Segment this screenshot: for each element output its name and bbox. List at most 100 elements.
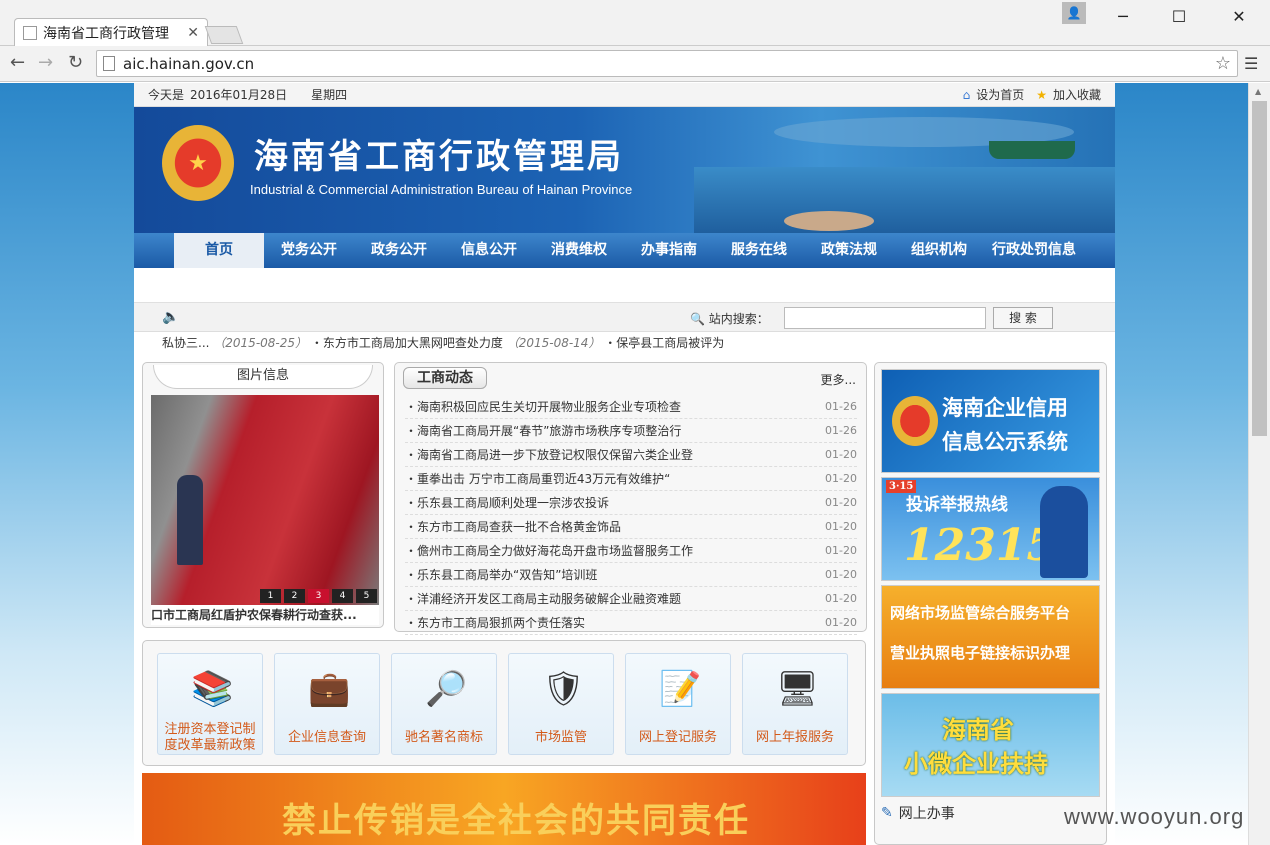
news-title[interactable]: ・东方市工商局查获一批不合格黄金饰品 (405, 515, 825, 538)
online-market-platform-banner[interactable]: 网络市场监管综合服务平台 营业执照电子链接标识办理 (881, 585, 1100, 689)
news-title[interactable]: ・重拳出击 万宁市工商局重罚近43万元有效维护“ (405, 467, 825, 490)
minimize-icon[interactable]: ─ (1108, 6, 1138, 28)
ticker-item[interactable]: 私协三... (162, 336, 209, 350)
menu-icon[interactable]: ☰ (1244, 54, 1258, 73)
nav-penalty-info[interactable]: 行政处罚信息 (984, 233, 1084, 268)
reload-icon[interactable]: ↻ (68, 52, 83, 73)
news-date: 01-26 (825, 400, 857, 413)
list-item[interactable]: ・乐东县工商局举办“双告知”培训班 01-20 (405, 563, 857, 587)
online-service-heading[interactable]: ✎ 网上办事 (881, 803, 955, 823)
banner-text: 小微企业扶持 (904, 749, 1048, 778)
news-title[interactable]: ・海南省工商局开展“春节”旅游市场秩序专项整治行 (405, 419, 825, 442)
credit-info-system-banner[interactable]: 海南企业信用 信息公示系统 (881, 369, 1100, 473)
news-date: 01-26 (825, 424, 857, 437)
nav-information[interactable]: 信息公开 (444, 233, 534, 268)
slide-dot-active[interactable]: 3 (308, 589, 329, 603)
service-label: 注册资本登记制 (164, 722, 256, 737)
nav-party-affairs[interactable]: 党务公开 (264, 233, 354, 268)
main-navigation: 首页 党务公开 政务公开 信息公开 消费维权 办事指南 服务在线 政策法规 组织… (134, 233, 1115, 268)
anti-pyramid-banner[interactable]: 禁止传销是全社会的共同责任 (142, 773, 866, 845)
url-text[interactable]: aic.hainan.gov.cn (123, 55, 1215, 73)
set-homepage-link[interactable]: 设为首页 (976, 86, 1024, 103)
address-bar[interactable]: aic.hainan.gov.cn ☆ (96, 50, 1238, 77)
scroll-up-icon[interactable]: ▲ (1255, 87, 1261, 96)
nav-guide[interactable]: 办事指南 (624, 233, 714, 268)
service-registration-reform[interactable]: 📚 注册资本登记制 度改革最新政策 (157, 653, 263, 755)
nav-policy[interactable]: 政策法规 (804, 233, 894, 268)
service-enterprise-query[interactable]: 💼 企业信息查询 (274, 653, 380, 755)
hotline-12315-banner[interactable]: 3·15 投诉举报热线 12315 (881, 477, 1100, 581)
news-title[interactable]: ・海南省工商局进一步下放登记权限仅保留六类企业登 (405, 443, 825, 466)
list-item[interactable]: ・儋州市工商局全力做好海花岛开盘市场监督服务工作 01-20 (405, 539, 857, 563)
monitor-icon: 🖥 (776, 669, 820, 709)
news-panel: 工商动态 更多... ・海南积极回应民生关切开展物业服务企业专项检查 01-26 … (394, 362, 867, 635)
list-item[interactable]: ・海南省工商局进一步下放登记权限仅保留六类企业登 01-20 (405, 443, 857, 467)
slide-dot[interactable]: 5 (356, 589, 377, 603)
list-item[interactable]: ・东方市工商局查获一批不合格黄金饰品 01-20 (405, 515, 857, 539)
bookmark-star-icon[interactable]: ☆ (1215, 53, 1231, 74)
vertical-scrollbar[interactable]: ▲ (1248, 83, 1270, 845)
search-label-text: 站内搜索： (708, 312, 769, 326)
news-title[interactable]: ・海南积极回应民生关切开展物业服务企业专项检查 (405, 395, 825, 418)
nav-home[interactable]: 首页 (174, 233, 264, 268)
site-search-input[interactable] (784, 307, 986, 329)
news-title[interactable]: ・东方市工商局狠抓两个责任落实 (405, 611, 825, 634)
news-title[interactable]: ・乐东县工商局顺利处理一宗涉农投诉 (405, 491, 825, 514)
service-trademark[interactable]: 🔎 驰名著名商标 (391, 653, 497, 755)
browser-tab[interactable]: 海南省工商行政管理 ✕ (14, 18, 208, 46)
forward-arrow-icon[interactable]: → (38, 52, 53, 73)
list-item[interactable]: ・海南积极回应民生关切开展物业服务企业专项检查 01-26 (405, 395, 857, 419)
ticker-item[interactable]: ・保亭县工商局被评为 (604, 336, 724, 350)
nav-organization[interactable]: 组织机构 (894, 233, 984, 268)
service-annual-report[interactable]: 🖥 网上年报服务 (742, 653, 848, 755)
news-date: 01-20 (825, 616, 857, 629)
nav-consumer-rights[interactable]: 消费维权 (534, 233, 624, 268)
add-favorite-link[interactable]: 加入收藏 (1053, 86, 1101, 103)
close-window-icon[interactable]: ✕ (1224, 6, 1254, 28)
news-panel-title: 工商动态 (403, 367, 487, 389)
small-business-support-banner[interactable]: 海南省 小微企业扶持 (881, 693, 1100, 797)
news-date: 01-20 (825, 448, 857, 461)
news-title[interactable]: ・洋浦经济开发区工商局主动服务破解企业融资难题 (405, 587, 825, 610)
browser-toolbar: ← → ↻ aic.hainan.gov.cn ☆ ☰ (0, 46, 1270, 82)
list-item[interactable]: ・海南省工商局开展“春节”旅游市场秩序专项整治行 01-26 (405, 419, 857, 443)
user-profile-icon[interactable]: 👤 (1062, 2, 1086, 24)
list-item[interactable]: ・乐东县工商局顺利处理一宗涉农投诉 01-20 (405, 491, 857, 515)
star-icon: ★ (1036, 87, 1047, 102)
news-date: 01-20 (825, 472, 857, 485)
emblem-icon (892, 396, 938, 446)
page-viewport: 今天是 2016年01月28日 星期四 ⌂ 设为首页 ★ 加入收藏 ★ 海南省工… (0, 83, 1248, 845)
ticker-item[interactable]: ・东方市工商局加大黑网吧查处力度 (311, 336, 503, 350)
service-label: 度改革最新政策 (164, 738, 256, 753)
nav-government-affairs[interactable]: 政务公开 (354, 233, 444, 268)
new-tab-button[interactable] (204, 26, 244, 44)
scrollbar-thumb[interactable] (1252, 101, 1267, 436)
list-item[interactable]: ・洋浦经济开发区工商局主动服务破解企业融资难题 01-20 (405, 587, 857, 611)
site-page: 今天是 2016年01月28日 星期四 ⌂ 设为首页 ★ 加入收藏 ★ 海南省工… (134, 83, 1115, 845)
nav-online-service[interactable]: 服务在线 (714, 233, 804, 268)
banner-text: 营业执照电子链接标识办理 (890, 644, 1071, 662)
slide-dot[interactable]: 1 (260, 589, 281, 603)
photo-caption[interactable]: 口市工商局红盾护农保春耕行动查获... (151, 605, 379, 625)
news-photo[interactable]: 1 2 3 4 5 (151, 395, 379, 605)
service-label: 网上年报服务 (755, 730, 834, 745)
back-arrow-icon[interactable]: ← (10, 52, 25, 73)
news-title[interactable]: ・儋州市工商局全力做好海花岛开盘市场监督服务工作 (405, 539, 825, 562)
officer-graphic (1040, 486, 1088, 578)
news-ticker: 私协三... （2015-08-25） ・东方市工商局加大黑网吧查处力度 （20… (134, 332, 1115, 354)
more-link[interactable]: 更多... (821, 371, 856, 388)
close-tab-icon[interactable]: ✕ (187, 25, 199, 41)
ticker-date: （2015-08-14） (506, 336, 601, 350)
list-item[interactable]: ・东方市工商局狠抓两个责任落实 01-20 (405, 611, 857, 635)
maximize-icon[interactable]: ☐ (1164, 6, 1194, 28)
list-item[interactable]: ・重拳出击 万宁市工商局重罚近43万元有效维护“ 01-20 (405, 467, 857, 491)
news-date: 01-20 (825, 568, 857, 581)
service-online-registration[interactable]: 📝 网上登记服务 (625, 653, 731, 755)
slide-dot[interactable]: 2 (284, 589, 305, 603)
slide-dot[interactable]: 4 (332, 589, 353, 603)
service-market-supervision[interactable]: 🛡 市场监管 (508, 653, 614, 755)
search-button[interactable]: 搜 索 (993, 307, 1053, 329)
news-title[interactable]: ・乐东县工商局举办“双告知”培训班 (405, 563, 825, 586)
top-info-bar: 今天是 2016年01月28日 星期四 ⌂ 设为首页 ★ 加入收藏 (134, 83, 1115, 107)
hotline-number: 12315 (904, 520, 1058, 571)
